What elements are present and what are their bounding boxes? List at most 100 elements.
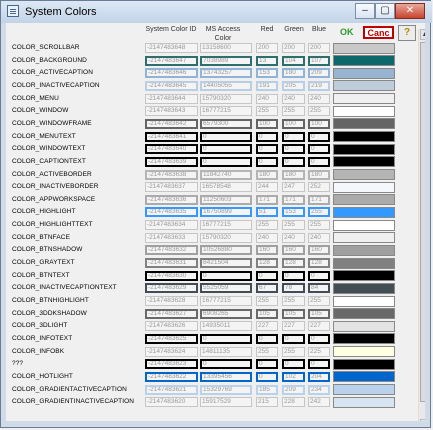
- field-g[interactable]: 255: [282, 220, 305, 231]
- minimize-button[interactable]: –: [355, 3, 375, 19]
- field-g[interactable]: 200: [282, 43, 305, 53]
- color-swatch[interactable]: [333, 320, 395, 332]
- scroll-thumb[interactable]: [420, 42, 425, 402]
- field-b[interactable]: 234: [308, 384, 330, 395]
- color-swatch[interactable]: [333, 67, 395, 79]
- field-id[interactable]: -2147483628: [145, 296, 198, 306]
- field-access[interactable]: 15329769: [200, 384, 252, 395]
- field-g[interactable]: 247: [282, 182, 305, 193]
- field-access[interactable]: 15917529: [200, 397, 252, 408]
- field-g[interactable]: 228: [282, 397, 305, 408]
- field-b[interactable]: 0: [308, 131, 330, 142]
- field-r[interactable]: 255: [256, 296, 278, 306]
- field-b[interactable]: 240: [308, 93, 330, 104]
- field-r[interactable]: 180: [256, 169, 278, 180]
- field-g[interactable]: 205: [282, 80, 305, 91]
- color-swatch[interactable]: [333, 308, 395, 320]
- field-id[interactable]: -2147483639: [145, 156, 198, 167]
- field-r[interactable]: 100: [256, 118, 278, 129]
- field-b[interactable]: 0: [308, 333, 330, 344]
- lightbulb-help-icon[interactable]: ?: [398, 25, 416, 41]
- field-g[interactable]: 0: [282, 359, 305, 370]
- field-b[interactable]: 255: [308, 296, 330, 306]
- field-id[interactable]: -2147483634: [145, 220, 198, 231]
- field-b[interactable]: 100: [308, 118, 330, 129]
- field-b[interactable]: 242: [308, 397, 330, 408]
- field-id[interactable]: -2147483638: [145, 169, 198, 180]
- field-b[interactable]: 255: [308, 220, 330, 231]
- ok-button[interactable]: OK: [340, 27, 354, 37]
- field-r[interactable]: 67: [256, 283, 278, 294]
- field-b[interactable]: 180: [308, 169, 330, 180]
- field-r[interactable]: 0: [256, 131, 278, 142]
- field-access[interactable]: 10526880: [200, 245, 252, 256]
- field-r[interactable]: 255: [256, 220, 278, 231]
- field-r[interactable]: 191: [256, 80, 278, 91]
- field-b[interactable]: 160: [308, 245, 330, 256]
- field-id[interactable]: -2147483635: [145, 207, 198, 218]
- field-b[interactable]: 84: [308, 283, 330, 294]
- color-swatch[interactable]: [333, 270, 395, 282]
- field-b[interactable]: 225: [308, 346, 330, 357]
- field-id[interactable]: -2147483625: [145, 333, 198, 344]
- field-b[interactable]: 209: [308, 68, 330, 79]
- field-access[interactable]: 13743257: [200, 68, 252, 79]
- field-g[interactable]: 227: [282, 321, 305, 332]
- title-bar[interactable]: System Colors – ▢ ✕: [1, 1, 432, 23]
- color-swatch[interactable]: [333, 156, 395, 168]
- color-swatch[interactable]: [333, 396, 395, 408]
- field-id[interactable]: -2147483640: [145, 144, 198, 155]
- field-g[interactable]: 209: [282, 384, 305, 395]
- field-access[interactable]: 0: [200, 333, 252, 344]
- field-r[interactable]: 215: [256, 397, 278, 408]
- field-g[interactable]: 255: [282, 296, 305, 306]
- field-access[interactable]: 16777215: [200, 106, 252, 117]
- field-b[interactable]: 240: [308, 232, 330, 243]
- field-b[interactable]: 255: [308, 106, 330, 117]
- color-swatch[interactable]: [333, 194, 395, 206]
- field-b[interactable]: 219: [308, 80, 330, 91]
- field-id[interactable]: -2147483627: [145, 308, 198, 319]
- field-g[interactable]: 255: [282, 106, 305, 117]
- field-b[interactable]: 200: [308, 43, 330, 53]
- field-id[interactable]: -2147483641: [145, 131, 198, 142]
- field-id[interactable]: -2147483648: [145, 43, 198, 53]
- field-g[interactable]: 180: [282, 68, 305, 79]
- field-access[interactable]: 11250603: [200, 194, 252, 205]
- field-g[interactable]: 153: [282, 207, 305, 218]
- field-access[interactable]: 16750899: [200, 207, 252, 218]
- field-id[interactable]: -2147483643: [145, 106, 198, 117]
- field-id[interactable]: -2147483647: [145, 55, 198, 66]
- field-id[interactable]: -2147483644: [145, 93, 198, 104]
- cancel-button[interactable]: Canc: [363, 26, 394, 39]
- field-access[interactable]: 0: [200, 131, 252, 142]
- field-access[interactable]: 0: [200, 156, 252, 167]
- field-access[interactable]: 16777215: [200, 220, 252, 231]
- field-g[interactable]: 160: [282, 245, 305, 256]
- field-id[interactable]: -2147483646: [145, 68, 198, 79]
- field-r[interactable]: 240: [256, 93, 278, 104]
- color-swatch[interactable]: [333, 131, 395, 143]
- field-b[interactable]: 227: [308, 321, 330, 332]
- field-r[interactable]: 51: [256, 207, 278, 218]
- field-g[interactable]: 78: [282, 283, 305, 294]
- field-access[interactable]: 15790320: [200, 93, 252, 104]
- scroll-down-arrow-icon[interactable]: ▼: [420, 419, 425, 421]
- field-g[interactable]: 240: [282, 93, 305, 104]
- field-access[interactable]: 6908265: [200, 308, 252, 319]
- color-swatch[interactable]: [333, 181, 395, 193]
- field-access[interactable]: 0: [200, 144, 252, 155]
- field-r[interactable]: 0: [256, 359, 278, 370]
- field-access[interactable]: 14935011: [200, 321, 252, 332]
- field-access[interactable]: 8421504: [200, 258, 252, 269]
- field-access[interactable]: 16777215: [200, 296, 252, 306]
- field-id[interactable]: -2147483620: [145, 397, 198, 408]
- field-r[interactable]: 0: [256, 144, 278, 155]
- field-r[interactable]: 160: [256, 245, 278, 256]
- field-b[interactable]: 105: [308, 308, 330, 319]
- field-id[interactable]: -2147483622: [145, 371, 198, 382]
- field-r[interactable]: 0: [256, 333, 278, 344]
- color-swatch[interactable]: [333, 371, 395, 383]
- field-r[interactable]: 227: [256, 321, 278, 332]
- field-id[interactable]: -2147483636: [145, 194, 198, 205]
